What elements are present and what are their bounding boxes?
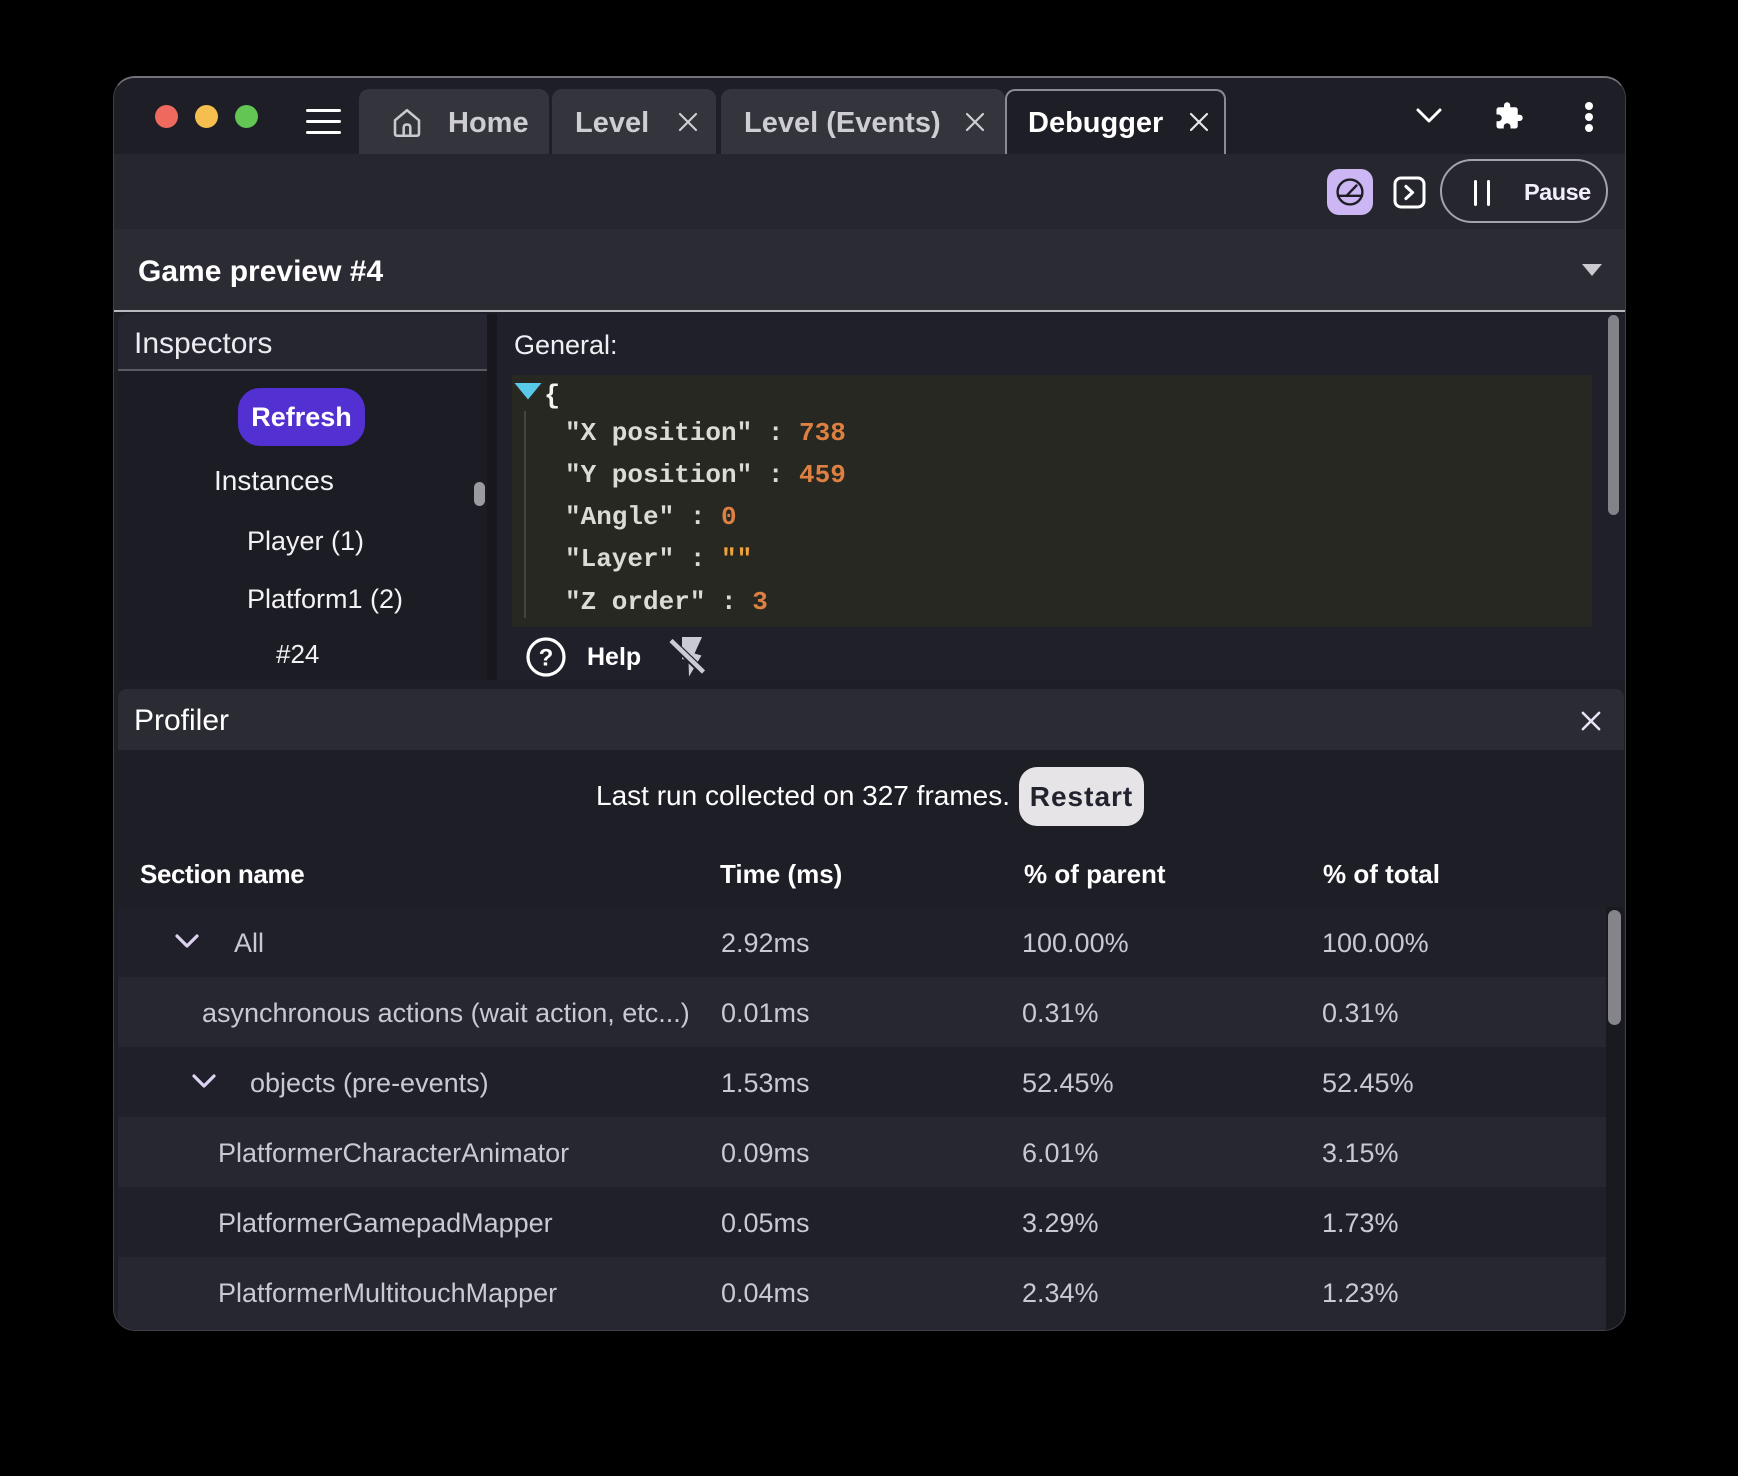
svg-text:?: ? [539, 645, 554, 672]
